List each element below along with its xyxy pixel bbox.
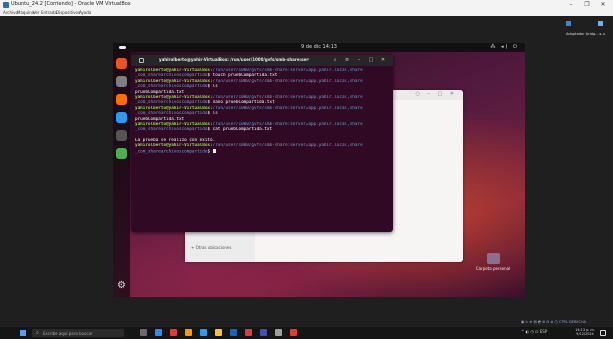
gnome-top-bar: 9 de dic 14:13 ⁂ ◂) ⏻ <box>113 43 525 52</box>
show-apps-icon[interactable]: ⚙ <box>116 280 127 291</box>
windows-start-icon[interactable] <box>20 330 26 336</box>
vbox-titlebar: Ubuntu_24.2 [Corriendo] - Oracle VM Virt… <box>0 0 613 10</box>
taskbar-app-icon[interactable] <box>155 329 162 336</box>
home-folder-label: Carpeta personal <box>475 266 511 271</box>
network-icon <box>566 21 571 26</box>
minimize-button[interactable]: – <box>563 0 579 10</box>
system-menu-icons[interactable]: ⁂ ◂) ⏻ <box>490 44 519 50</box>
menu-ver[interactable]: Ver <box>33 10 40 15</box>
system-tray[interactable]: ^ ◐ ◷ ⊡ ESP <box>521 329 547 334</box>
dock-app-icon[interactable] <box>116 112 127 123</box>
vbox-status-bar: ▣ ⊙ ⊕ ▤ ◩ ⊞ ⊟ ⊗ ◫ CTRL DERECHA <box>521 320 586 324</box>
terminal-minimize-button[interactable]: – <box>355 57 363 64</box>
vbox-menubar: Archivo Máquina Ver Entrada Dispositivos… <box>0 10 613 16</box>
taskbar-app-icon[interactable] <box>275 329 282 336</box>
terminal-output[interactable]: yahirolberto@yahir-VirtualBox:/run/user/… <box>135 68 391 154</box>
taskbar-search[interactable]: ⌕ Escribe aquí para buscar <box>32 329 124 337</box>
terminal-title: yahirolberto@yahir-VirtualBox: /run/user… <box>159 57 309 62</box>
search-icon: ⌕ <box>36 330 39 336</box>
search-placeholder: Escribe aquí para buscar <box>43 331 93 336</box>
taskbar-app-icon[interactable] <box>260 329 267 336</box>
taskbar-date: 9/12/2024 <box>576 332 594 336</box>
close-button[interactable]: ✕ <box>595 0 611 10</box>
terminal-maximize-button[interactable]: □ <box>367 57 375 64</box>
windows-taskbar: ⌕ Escribe aquí para buscar ^ ◐ ◷ ⊡ ESP 1… <box>0 327 613 339</box>
taskbar-app-icon[interactable] <box>230 329 237 336</box>
menu-archivo[interactable]: Archivo <box>3 10 18 15</box>
terminal-window[interactable]: yahirolberto@yahir-VirtualBox: /run/user… <box>131 55 393 232</box>
notification-icon[interactable] <box>600 330 606 336</box>
guest-screen[interactable]: 9 de dic 14:13 ⁂ ◂) ⏻ ○ – □ ✕ + Otras ub… <box>113 43 525 297</box>
taskbar-app-icon[interactable] <box>215 329 222 336</box>
adapter-label: Adaptador bridg... ▸ ◂ <box>566 32 605 36</box>
taskbar-app-icon[interactable] <box>140 329 147 336</box>
top-bar-clock[interactable]: 9 de dic 14:13 <box>113 44 525 50</box>
menu-dispositivos[interactable]: Dispositivos <box>56 10 80 15</box>
new-tab-icon[interactable] <box>139 58 144 63</box>
taskbar-app-icon[interactable] <box>290 329 297 336</box>
dock-app-icon[interactable] <box>116 58 127 69</box>
adapter-icon <box>598 21 603 26</box>
menu-entrada[interactable]: Entrada <box>41 10 57 15</box>
folder-icon <box>486 253 500 264</box>
terminal-headerbar: yahirolberto@yahir-VirtualBox: /run/user… <box>131 55 393 66</box>
terminal-cursor <box>212 148 216 154</box>
taskbar-app-icon[interactable] <box>200 329 207 336</box>
window-title: Ubuntu_24.2 [Corriendo] - Oracle VM Virt… <box>11 1 131 7</box>
virtualbox-icon <box>3 2 9 8</box>
terminal-line: _com_sharearchivoscompartido$ <box>135 148 391 154</box>
dock-app-icon[interactable] <box>116 94 127 105</box>
taskbar-app-icon[interactable] <box>245 329 252 336</box>
ubuntu-dock <box>113 52 130 297</box>
home-folder-desktop-icon[interactable]: Carpeta personal <box>474 253 512 271</box>
menu-maquina[interactable]: Máquina <box>17 10 34 15</box>
taskbar-app-icon[interactable] <box>185 329 192 336</box>
dock-app-icon[interactable] <box>116 76 127 87</box>
dock-app-icon[interactable] <box>116 130 127 141</box>
taskbar-clock[interactable]: 14:13 p. m. 9/12/2024 <box>575 328 595 336</box>
terminal-search-button[interactable]: ⌕ <box>331 57 339 64</box>
dock-app-icon[interactable] <box>116 148 127 159</box>
menu-ayuda[interactable]: Ayuda <box>79 10 91 15</box>
terminal-close-button[interactable]: ✕ <box>379 57 387 64</box>
maximize-button[interactable]: ❐ <box>579 0 595 10</box>
files-window-controls[interactable]: ○ – □ ✕ <box>415 91 457 97</box>
taskbar-app-icon[interactable] <box>170 329 177 336</box>
other-locations-item[interactable]: + Otras ubicaciones <box>191 245 231 250</box>
terminal-menu-button[interactable]: ≡ <box>343 57 351 64</box>
